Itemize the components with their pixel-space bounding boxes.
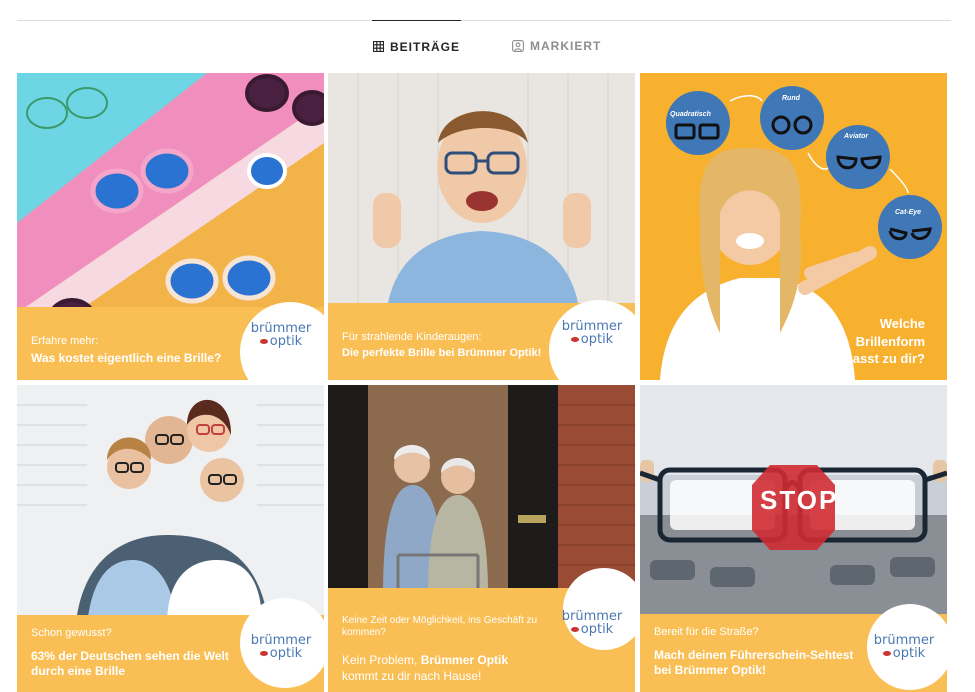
- post-tile[interactable]: STOP Bereit für die Straße? Mach deinen …: [640, 385, 947, 692]
- profile-tabs: BEITRÄGE MARKIERT: [0, 20, 975, 72]
- eye-icon: [882, 651, 891, 656]
- post-caption: Bereit für die Straße? Mach deinen Führe…: [654, 626, 854, 678]
- shape-label: Quadratisch: [670, 111, 711, 118]
- caption-main: Die perfekte Brille bei Brümmer Optik!: [342, 347, 542, 359]
- post-caption: Schon gewusst? 63% der Deutschen sehen d…: [31, 627, 241, 679]
- post-tile[interactable]: Für strahlende Kinderaugen: Die perfekte…: [328, 73, 635, 380]
- eye-icon: [259, 651, 268, 656]
- caption-sub: Erfahre mehr:: [31, 335, 99, 347]
- caption-main: Mach deinen Führerschein-Sehtest bei Brü…: [654, 648, 854, 677]
- eye-icon: [570, 627, 579, 632]
- shape-label: Aviator: [844, 133, 869, 140]
- caption-brand: Brümmer Optik: [420, 653, 509, 667]
- caption-text: kommt zu dir nach Hause!: [342, 668, 482, 683]
- post-caption: Welche Brillenform passt zu dir?: [845, 315, 925, 368]
- eye-icon: [259, 339, 268, 344]
- stop-sign-text: STOP: [760, 485, 839, 515]
- post-caption: Für strahlende Kinderaugen: Die perfekte…: [342, 331, 541, 361]
- brand-logo-text: brümmer optik: [561, 319, 623, 347]
- tab-posts[interactable]: BEITRÄGE: [372, 20, 462, 72]
- posts-grid: Erfahre mehr: Was kostet eigentlich eine…: [17, 73, 948, 692]
- caption-main: Was kostet eigentlich eine Brille?: [31, 351, 222, 365]
- post-caption: Erfahre mehr: Was kostet eigentlich eine…: [31, 335, 221, 366]
- caption-main: Kein Problem, Brümmer Optik kommt zu dir…: [342, 653, 552, 684]
- post-tile[interactable]: Erfahre mehr: Was kostet eigentlich eine…: [17, 73, 324, 380]
- caption-sub: Bereit für die Straße?: [654, 626, 759, 638]
- tab-tagged-label: MARKIERT: [530, 39, 602, 53]
- grid-icon: [373, 41, 384, 52]
- caption-sub: Schon gewusst?: [31, 627, 112, 639]
- post-tile[interactable]: Schon gewusst? 63% der Deutschen sehen d…: [17, 385, 324, 692]
- post-tile[interactable]: Keine Zeit oder Möglichkeit, ins Geschäf…: [328, 385, 635, 692]
- caption-line: passt zu dir?: [844, 351, 925, 367]
- caption-text: Kein Problem,: [342, 653, 421, 667]
- shape-label: Rund: [782, 95, 800, 102]
- eye-icon: [570, 337, 579, 342]
- caption-sub: Keine Zeit oder Möglichkeit, ins Geschäf…: [342, 615, 538, 638]
- post-tile[interactable]: Quadratisch Rund Aviator Cat-Eye Welche …: [640, 73, 947, 380]
- brand-logo-text: brümmer optik: [561, 609, 623, 637]
- tab-tagged[interactable]: MARKIERT: [512, 20, 601, 72]
- tagged-icon: [512, 40, 524, 52]
- caption-sub: Für strahlende Kinderaugen:: [342, 331, 482, 343]
- post-caption: Keine Zeit oder Möglichkeit, ins Geschäf…: [342, 615, 552, 684]
- brand-logo-text: brümmer optik: [250, 321, 312, 349]
- caption-line: Brillenform: [855, 333, 925, 349]
- caption-main: 63% der Deutschen sehen die Welt durch e…: [31, 649, 229, 678]
- caption-line: Welche: [879, 316, 925, 331]
- shape-label: Cat-Eye: [895, 209, 922, 216]
- brand-logo-text: brümmer optik: [873, 633, 935, 661]
- brand-logo-text: brümmer optik: [250, 633, 312, 661]
- tab-posts-label: BEITRÄGE: [390, 39, 461, 54]
